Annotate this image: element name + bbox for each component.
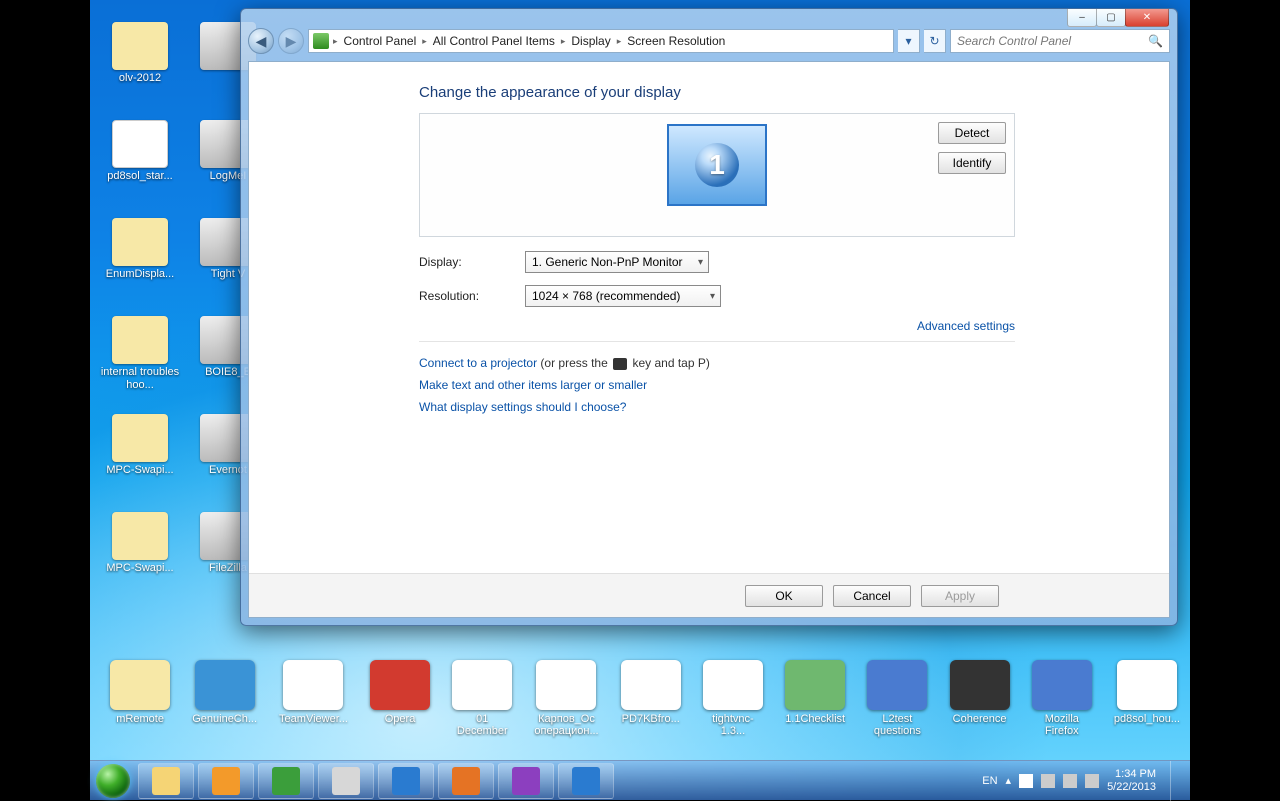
resolution-label: Resolution: (419, 289, 525, 303)
refresh-button[interactable]: ↻ (924, 29, 946, 53)
show-desktop-button[interactable] (1170, 761, 1184, 801)
maximize-button[interactable]: ▢ (1096, 9, 1126, 27)
control-panel-icon (313, 33, 329, 49)
nav-back-button[interactable]: ◀ (248, 28, 274, 54)
search-icon: 🔍 (1148, 34, 1163, 48)
desktop-icon[interactable]: 1.1Checklist (785, 660, 845, 744)
screen-resolution-window: – ▢ ✕ ◀ ▶ ▸ Control Panel ▸ All Control … (240, 8, 1178, 626)
system-tray: EN ▴ 1:34 PM 5/22/2013 (982, 761, 1190, 801)
desktop-icon[interactable]: tightvnc-1.3... (703, 660, 763, 744)
desktop-icon[interactable]: MPC-Swapi... (98, 414, 182, 512)
desktop-icon[interactable]: TeamViewer... (279, 660, 348, 744)
minimize-button[interactable]: – (1067, 9, 1097, 27)
desktop-large-icons: mRemote GenuineCh... TeamViewer... Opera 01 … (110, 660, 1180, 744)
apply-button[interactable]: Apply (921, 585, 999, 607)
desktop-icon[interactable]: olv-2012 (98, 22, 182, 120)
display-preview[interactable]: 1 Detect Identify (419, 113, 1015, 237)
taskbar-control-panel[interactable] (558, 763, 614, 799)
taskbar-excel[interactable] (258, 763, 314, 799)
windows-logo-icon (96, 764, 130, 798)
resolution-select[interactable]: 1024 × 768 (recommended) (525, 285, 721, 307)
help-link[interactable]: What display settings should I choose? (419, 400, 626, 414)
desktop-icon[interactable]: 01 December (452, 660, 512, 744)
action-center-icon[interactable] (1019, 774, 1033, 788)
taskbar-ie[interactable] (378, 763, 434, 799)
breadcrumb[interactable]: Display (569, 34, 612, 48)
identify-button[interactable]: Identify (938, 152, 1006, 174)
cancel-button[interactable]: Cancel (833, 585, 911, 607)
desktop-icon[interactable]: pd8sol_hou... (1114, 660, 1180, 744)
desktop-icon[interactable]: Opera (370, 660, 430, 744)
desktop-icon[interactable]: GenuineCh... (192, 660, 257, 744)
taskbar-onenote-clip[interactable] (318, 763, 374, 799)
taskbar: EN ▴ 1:34 PM 5/22/2013 (90, 760, 1190, 800)
connect-projector-link[interactable]: Connect to a projector (419, 356, 537, 370)
ok-button[interactable]: OK (745, 585, 823, 607)
desktop-icon[interactable]: L2test questions (867, 660, 927, 744)
taskbar-outlook[interactable] (198, 763, 254, 799)
display-select[interactable]: 1. Generic Non-PnP Monitor (525, 251, 709, 273)
text-size-link[interactable]: Make text and other items larger or smal… (419, 378, 647, 392)
taskbar-onenote[interactable] (498, 763, 554, 799)
desktop-icon[interactable]: MPC-Swapi... (98, 512, 182, 610)
projector-hint: (or press the (540, 356, 611, 370)
monitor-number: 1 (695, 143, 739, 187)
volume-icon[interactable] (1085, 774, 1099, 788)
network-icon[interactable] (1041, 774, 1055, 788)
address-bar[interactable]: ▸ Control Panel ▸ All Control Panel Item… (308, 29, 894, 53)
search-input[interactable]: Search Control Panel 🔍 (950, 29, 1170, 53)
display-label: Display: (419, 255, 525, 269)
desktop-icon[interactable]: Coherence (949, 660, 1009, 744)
window-client-area: Change the appearance of your display 1 … (248, 61, 1170, 618)
power-icon[interactable] (1063, 774, 1077, 788)
breadcrumb[interactable]: Screen Resolution (625, 34, 727, 48)
detect-button[interactable]: Detect (938, 122, 1006, 144)
desktop-icon[interactable]: Mozilla Firefox (1032, 660, 1092, 744)
nav-forward-button[interactable]: ▶ (278, 28, 304, 54)
windows-key-icon (613, 358, 627, 370)
address-dropdown[interactable]: ▾ (898, 29, 920, 53)
desktop-icon[interactable]: EnumDispla... (98, 218, 182, 316)
clock[interactable]: 1:34 PM 5/22/2013 (1107, 768, 1156, 794)
desktop-icon[interactable]: mRemote (110, 660, 170, 744)
taskbar-explorer[interactable] (138, 763, 194, 799)
search-placeholder: Search Control Panel (957, 34, 1071, 48)
breadcrumb[interactable]: Control Panel (342, 34, 419, 48)
breadcrumb[interactable]: All Control Panel Items (431, 34, 557, 48)
desktop-icon[interactable]: internal troubleshoo... (98, 316, 182, 414)
desktop-icon[interactable]: pd8sol_star... (98, 120, 182, 218)
page-title: Change the appearance of your display (249, 62, 1169, 113)
close-button[interactable]: ✕ (1125, 9, 1169, 27)
language-indicator[interactable]: EN (982, 775, 997, 787)
desktop-icon[interactable]: PD7KBfro... (621, 660, 681, 744)
desktop-icon[interactable]: Карпов_Ос операцион... (534, 660, 598, 744)
monitor-1[interactable]: 1 (667, 124, 767, 206)
advanced-settings-link[interactable]: Advanced settings (917, 319, 1015, 333)
taskbar-firefox[interactable] (438, 763, 494, 799)
start-button[interactable] (90, 761, 136, 801)
tray-chevron-icon[interactable]: ▴ (1006, 774, 1012, 787)
